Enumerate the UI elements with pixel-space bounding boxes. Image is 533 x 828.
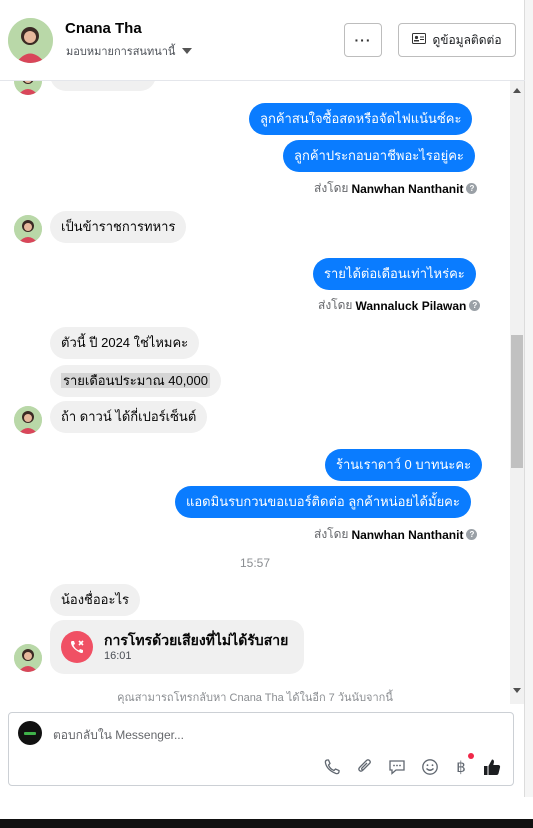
window-edge	[525, 0, 533, 797]
thumbs-up-icon[interactable]	[481, 756, 503, 778]
highlighted-text: รายเดือนประมาณ 40,000	[61, 373, 210, 388]
window-bottom-margin	[0, 797, 533, 819]
sent-by-label: ส่งโดย Nanwhan Nanthanit ?	[314, 179, 478, 198]
conversation-header: Cnana Tha มอบหมายการสนทนานี้ ··· ดูข้อมู…	[0, 0, 525, 81]
contact-avatar-small	[14, 406, 42, 434]
message-bubble-outgoing[interactable]: รายได้ต่อเดือนเท่าไหร่คะ	[313, 258, 476, 290]
taskbar-edge	[0, 819, 533, 828]
sender-name: Nanwhan Nanthanit	[351, 527, 464, 542]
emoji-icon[interactable]	[419, 756, 441, 778]
sender-name: Wannaluck Pilawan	[355, 298, 467, 313]
call-time: 16:01	[104, 650, 132, 662]
scroll-up-icon[interactable]	[513, 88, 521, 93]
contact-name[interactable]: Cnana Tha	[65, 20, 142, 37]
message-bubble-incoming[interactable]: น้องชื่ออะไร	[50, 584, 140, 616]
help-icon[interactable]: ?	[469, 300, 481, 311]
message-bubble-incoming[interactable]: เป็นข้าราชการทหาร	[50, 211, 187, 243]
sent-by-prefix: ส่งโดย	[318, 298, 353, 312]
conversation-panel: Cnana Tha มอบหมายการสนทนานี้ ··· ดูข้อมู…	[0, 0, 525, 797]
callback-note: คุณสามารถโทรกลับหา Cnana Tha ได้ในอีก 7 …	[117, 692, 393, 704]
contact-avatar-small	[14, 81, 42, 95]
message-bubble-incoming[interactable]: ตัวนี้ ปี 2024 ใช่ไหมคะ	[50, 327, 200, 359]
sender-name: Nanwhan Nanthanit	[351, 181, 464, 196]
message-list[interactable]: ลูกค้าสนใจซื้อสดหรือจัดไฟแน้นซ์คะ ลูกค้า…	[0, 81, 510, 704]
contact-avatar-small	[14, 644, 42, 672]
message-bubble-outgoing[interactable]: แอดมินรบกวนขอเบอร์ติดต่อ ลูกค้าหน่อยได้ม…	[175, 486, 471, 518]
chat-bubble-icon[interactable]	[386, 756, 408, 778]
missed-call-icon	[61, 631, 93, 663]
help-icon[interactable]: ?	[466, 529, 478, 540]
notification-dot	[468, 753, 474, 759]
message-bubble-outgoing[interactable]: ร้านเราดาว์ 0 บาทนะคะ	[325, 449, 483, 481]
assign-dropdown[interactable]: มอบหมายการสนทนานี้	[66, 42, 193, 60]
scroll-down-icon[interactable]	[513, 688, 521, 693]
sent-by-label: ส่งโดย Wannaluck Pilawan ?	[318, 296, 481, 315]
message-bubble-outgoing[interactable]: ลูกค้าประกอบอาชีพอะไรอยู่คะ	[283, 140, 475, 172]
reply-input[interactable]	[53, 725, 493, 745]
sent-by-label: ส่งโดย Nanwhan Nanthanit ?	[314, 525, 478, 544]
message-bubble-outgoing[interactable]: ลูกค้าสนใจซื้อสดหรือจัดไฟแน้นซ์คะ	[249, 103, 473, 135]
baht-icon[interactable]: ฿	[450, 756, 472, 778]
contact-card-icon	[412, 33, 427, 47]
page-logo	[18, 721, 42, 745]
svg-text:฿: ฿	[456, 758, 466, 776]
missed-call-card[interactable]: การโทรด้วยเสียงที่ไม่ได้รับสาย 16:01	[50, 620, 304, 674]
sent-by-prefix: ส่งโดย	[314, 181, 349, 195]
contact-avatar[interactable]	[8, 18, 53, 63]
reply-composer: ฿	[8, 712, 514, 786]
call-title: การโทรด้วยเสียงที่ไม่ได้รับสาย	[104, 632, 289, 648]
message-bubble-incoming[interactable]	[50, 81, 156, 91]
assign-label: มอบหมายการสนทนานี้	[66, 46, 176, 58]
message-bubble-incoming[interactable]: ถ้า ดาวน์ ได้กี่เปอร์เซ็นต์	[50, 401, 208, 433]
scrollbar-thumb[interactable]	[511, 335, 523, 468]
more-options-button[interactable]: ···	[344, 23, 382, 57]
paperclip-icon[interactable]	[354, 756, 376, 778]
help-icon[interactable]: ?	[466, 183, 478, 194]
contact-info-label: ดูข้อมูลติดต่อ	[432, 32, 502, 47]
sent-by-prefix: ส่งโดย	[314, 527, 349, 541]
contact-avatar-small	[14, 215, 42, 243]
caret-down-icon	[182, 48, 193, 54]
message-bubble-incoming[interactable]: รายเดือนประมาณ 40,000	[50, 365, 221, 397]
view-contact-info-button[interactable]: ดูข้อมูลติดต่อ	[398, 23, 516, 57]
phone-icon[interactable]	[321, 756, 343, 778]
message-timestamp: 15:57	[239, 556, 271, 570]
